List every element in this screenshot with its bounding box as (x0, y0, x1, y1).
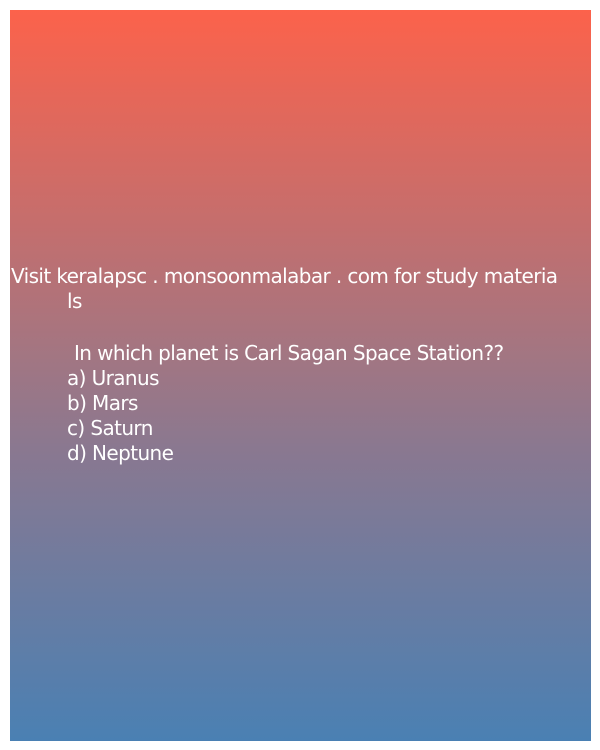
promo-text-line-2: ls (67, 289, 82, 313)
quiz-card: Visit keralapsc . monsoonmalabar . com f… (10, 10, 591, 741)
promo-text-line-1: Visit keralapsc . monsoonmalabar . com f… (11, 264, 558, 288)
option-b: b) Mars (67, 391, 138, 415)
option-d: d) Neptune (67, 441, 174, 465)
question-text: In which planet is Carl Sagan Space Stat… (74, 341, 504, 365)
option-a: a) Uranus (67, 366, 160, 390)
option-c: c) Saturn (67, 416, 153, 440)
